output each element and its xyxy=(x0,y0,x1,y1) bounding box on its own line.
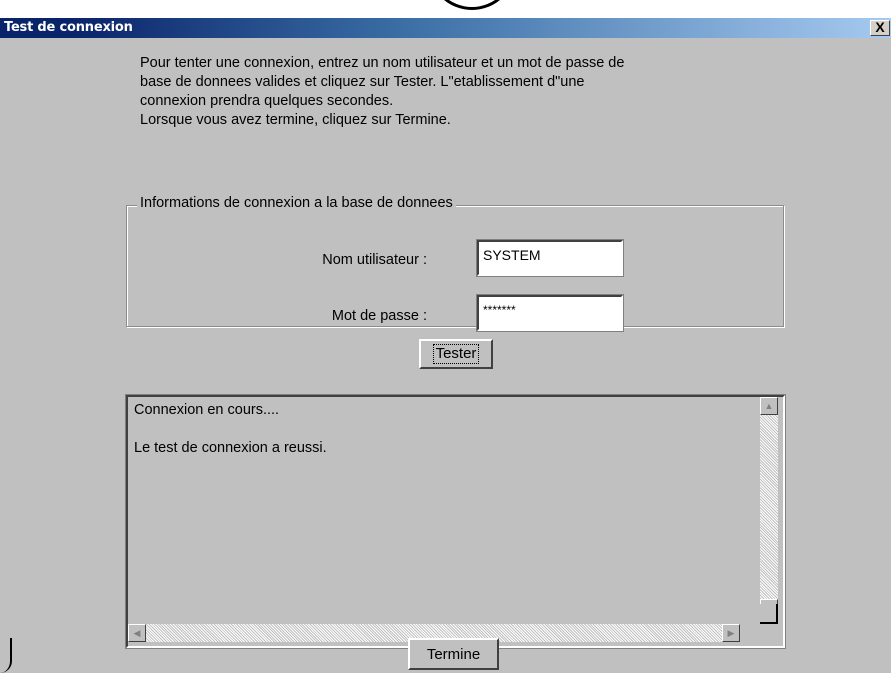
username-input[interactable]: SYSTEM xyxy=(476,239,624,277)
vertical-scrollbar[interactable]: ▲ ▼ xyxy=(760,397,778,617)
scroll-up-arrow-icon[interactable]: ▲ xyxy=(760,397,778,415)
instructions-text: Pour tenter une connexion, entrez un nom… xyxy=(140,54,780,130)
instruction-line: Pour tenter une connexion, entrez un nom… xyxy=(140,55,625,71)
connection-info-group: Informations de connexion a la base de d… xyxy=(126,195,784,332)
window-title: Test de connexion xyxy=(4,20,133,35)
password-label: Mot de passe : xyxy=(331,308,427,324)
instruction-line: base de donnees valides et cliquez sur T… xyxy=(140,74,585,90)
test-button-label: Tester xyxy=(432,344,480,364)
test-button[interactable]: Tester xyxy=(419,339,493,369)
instruction-line: Lorsque vous avez termine, cliquez sur T… xyxy=(140,112,451,128)
background-decoration xyxy=(428,0,516,10)
password-input[interactable]: ******* xyxy=(476,294,624,332)
scroll-right-arrow-icon[interactable]: ▶ xyxy=(722,624,740,642)
title-bar[interactable]: Test de connexion X xyxy=(0,18,891,38)
group-legend: Informations de connexion a la base de d… xyxy=(137,195,456,211)
instruction-line: connexion prendra quelques secondes. xyxy=(140,93,394,109)
finish-button[interactable]: Termine xyxy=(408,638,499,670)
dialog-window: Test de connexion X Pour tenter une conn… xyxy=(0,18,891,673)
username-label: Nom utilisateur : xyxy=(322,252,427,268)
output-log: Connexion en cours.... Le test de connex… xyxy=(134,401,327,458)
close-icon: X xyxy=(875,19,885,35)
scroll-left-arrow-icon[interactable]: ◀ xyxy=(128,624,146,642)
resize-corner xyxy=(740,604,778,642)
output-line: Connexion en cours.... xyxy=(134,402,280,418)
output-text-area[interactable]: Connexion en cours.... Le test de connex… xyxy=(125,394,786,649)
output-line: Le test de connexion a reussi. xyxy=(134,440,327,456)
close-button[interactable]: X xyxy=(870,20,890,36)
